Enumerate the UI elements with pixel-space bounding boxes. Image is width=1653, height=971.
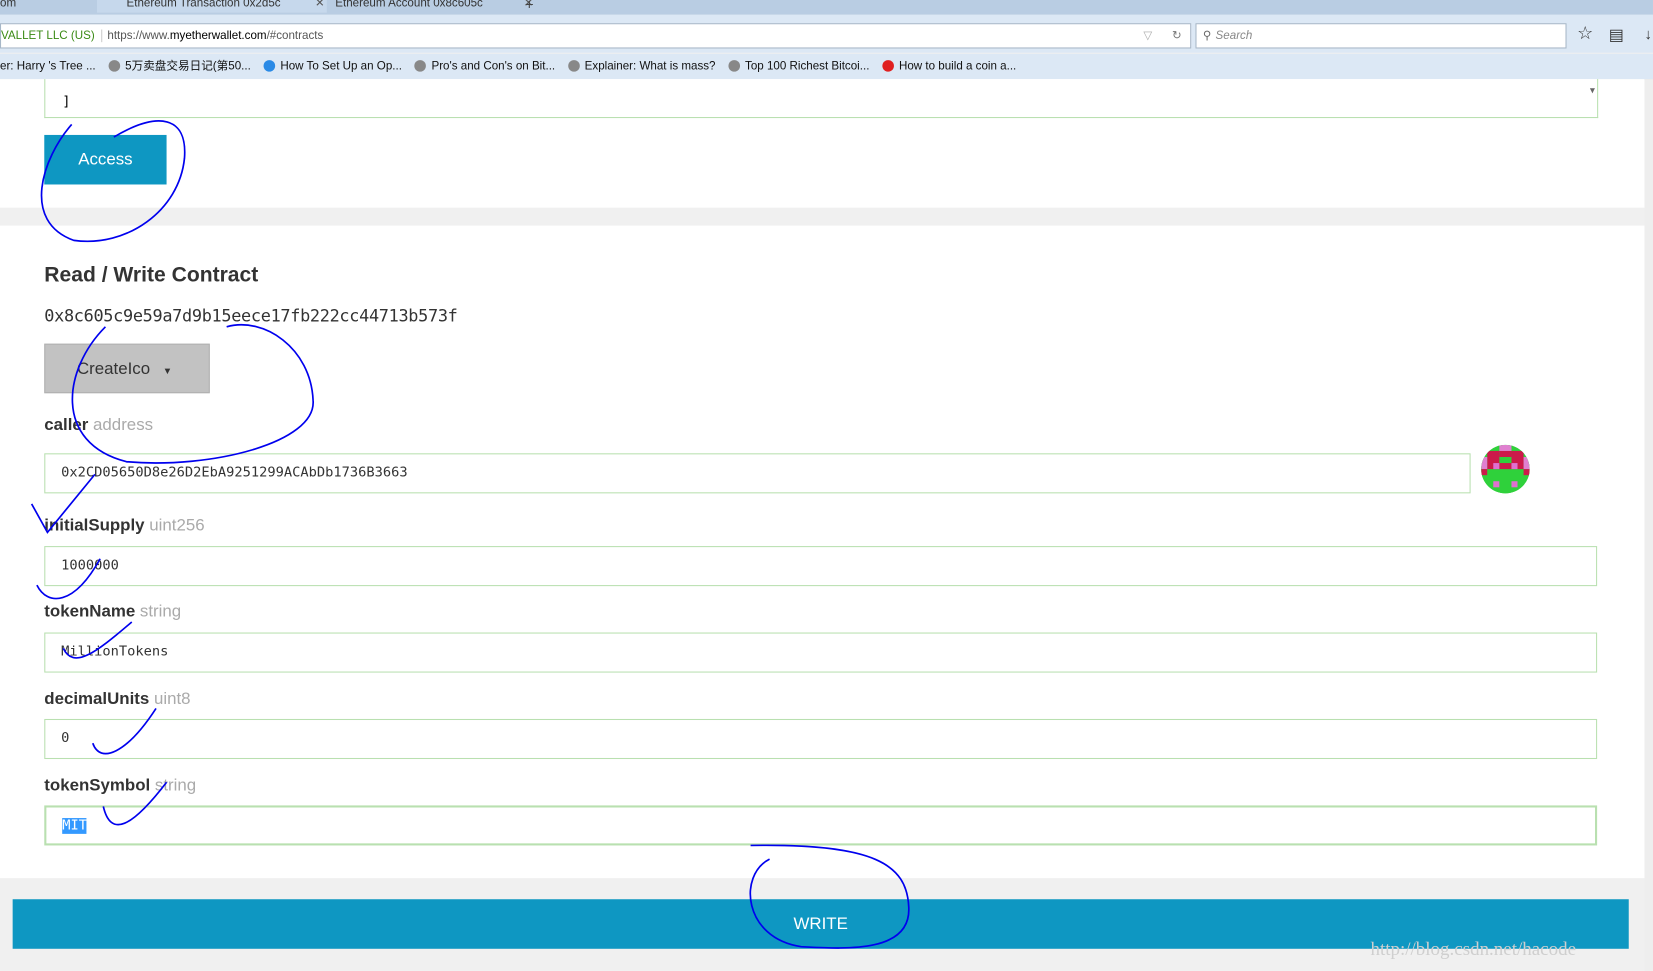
abi-text: ]	[62, 93, 71, 110]
search-placeholder: Search	[1215, 29, 1253, 43]
bookmark-label: 5万卖盘交易日记(第50...	[125, 60, 251, 73]
tab-label: Ethereum Transaction 0x2d5c	[126, 0, 281, 10]
field-name: decimalUnits	[44, 690, 150, 709]
decimalUnits-input[interactable]: 0	[44, 718, 1598, 760]
caller-input[interactable]: 0x2CD05650D8e26D2EbA9251299ACAbDb1736B36…	[44, 453, 1471, 494]
field-type: string	[139, 603, 182, 621]
contract-address: 0x8c605c9e59a7d9b15eece17fb222cc44713b57…	[44, 305, 458, 326]
abi-textarea[interactable]: ] ▼	[44, 79, 1599, 119]
page-title: Read / Write Contract	[44, 263, 259, 287]
download-icon[interactable]: ↓	[1645, 25, 1652, 42]
field-label-initialSupply: initialSupply uint256	[44, 517, 204, 536]
bookmark[interactable]: 5万卖盘交易日记(第50...	[108, 60, 251, 73]
bookmark[interactable]: Explainer: What is mass?	[567, 60, 716, 73]
function-select-value: CreateIco	[76, 360, 151, 379]
field-label-tokenName: tokenName string	[44, 603, 181, 622]
bookmark[interactable]: How to build a coin a...	[882, 60, 1016, 73]
weibo-icon	[882, 60, 894, 72]
field-name: tokenSymbol	[44, 776, 151, 795]
search-icon: ⚲	[1202, 29, 1212, 43]
site-identity[interactable]: VALLET LLC (US)	[1, 29, 103, 43]
field-name: initialSupply	[44, 516, 145, 535]
page-scrollbar[interactable]	[1644, 79, 1653, 971]
bookmark-label: Top 100 Richest Bitcoi...	[745, 60, 870, 73]
access-button[interactable]: Access	[44, 134, 167, 185]
field-type: uint256	[149, 516, 205, 535]
sync-icon	[263, 60, 276, 72]
function-select[interactable]: CreateIco ▼	[44, 343, 210, 394]
url-bar[interactable]: VALLET LLC (US) https://www.myetherwallet…	[0, 23, 1192, 49]
url-path: /#contracts	[266, 29, 324, 43]
field-label-decimalUnits: decimalUnits uint8	[44, 691, 190, 710]
dropdown-arrow-icon[interactable]: ▽	[1143, 24, 1152, 47]
bookmark[interactable]: Pro's and Con's on Bit...	[414, 60, 556, 73]
reload-icon[interactable]: ↻	[1172, 24, 1182, 47]
field-type: address	[93, 416, 154, 435]
bookmark[interactable]: er: Harry 's Tree ...	[0, 60, 96, 73]
tab[interactable]: Ethereum Account 0x8c605c ✕	[306, 0, 536, 13]
field-name: caller	[44, 416, 89, 435]
field-type: string	[154, 776, 197, 795]
field-label-caller: caller address	[44, 416, 153, 435]
watermark: http://blog.csdn.net/hacode	[1370, 938, 1576, 960]
selected-text: MIT	[62, 818, 87, 834]
bookmarks-bar: er: Harry 's Tree ... 5万卖盘交易日记(第50... How …	[0, 53, 1653, 81]
globe-icon	[414, 60, 427, 72]
tab-label: om	[0, 0, 17, 10]
globe-icon	[108, 60, 120, 72]
bookmark-label: Explainer: What is mass?	[584, 60, 716, 73]
field-label-tokenSymbol: tokenSymbol string	[44, 777, 196, 796]
globe-icon	[728, 60, 740, 72]
tab-bar: om✕ Ethereum Transaction 0x2d5c✕ Ethereu…	[0, 0, 1653, 15]
reading-list-icon[interactable]: ▤	[1609, 25, 1624, 44]
tokenSymbol-input[interactable]: MIT	[44, 805, 1598, 846]
field-name: tokenName	[44, 603, 136, 621]
bookmark[interactable]: Top 100 Richest Bitcoi...	[728, 60, 869, 73]
bookmark-label: How to build a coin a...	[898, 60, 1017, 73]
bookmark[interactable]: How To Set Up an Op...	[263, 60, 402, 73]
url-prefix: https://www.	[107, 29, 170, 43]
initialSupply-input[interactable]: 1000000	[44, 546, 1598, 587]
bookmark-label: Pro's and Con's on Bit...	[431, 60, 556, 73]
caret-down-icon: ▼	[162, 365, 173, 377]
globe-icon	[567, 60, 580, 72]
tokenName-input[interactable]: MillionTokens	[44, 632, 1598, 673]
field-type: uint8	[153, 690, 191, 709]
search-input[interactable]: ⚲ Search	[1195, 23, 1567, 49]
new-tab-button[interactable]: +	[525, 0, 534, 13]
url-host: myetherwallet.com	[169, 29, 267, 43]
browser-window: om✕ Ethereum Transaction 0x2d5c✕ Ethereu…	[0, 0, 1653, 971]
scroll-down-icon[interactable]: ▼	[1590, 85, 1595, 94]
bookmark-label: How To Set Up an Op...	[280, 60, 402, 73]
bookmark-star-icon[interactable]: ☆	[1577, 23, 1593, 44]
tab[interactable]: Ethereum Transaction 0x2d5c ✕	[96, 0, 327, 13]
identicon-image	[1481, 444, 1530, 494]
tab-label: Ethereum Account 0x8c605c	[335, 0, 483, 10]
identicon-avatar	[1481, 444, 1530, 494]
